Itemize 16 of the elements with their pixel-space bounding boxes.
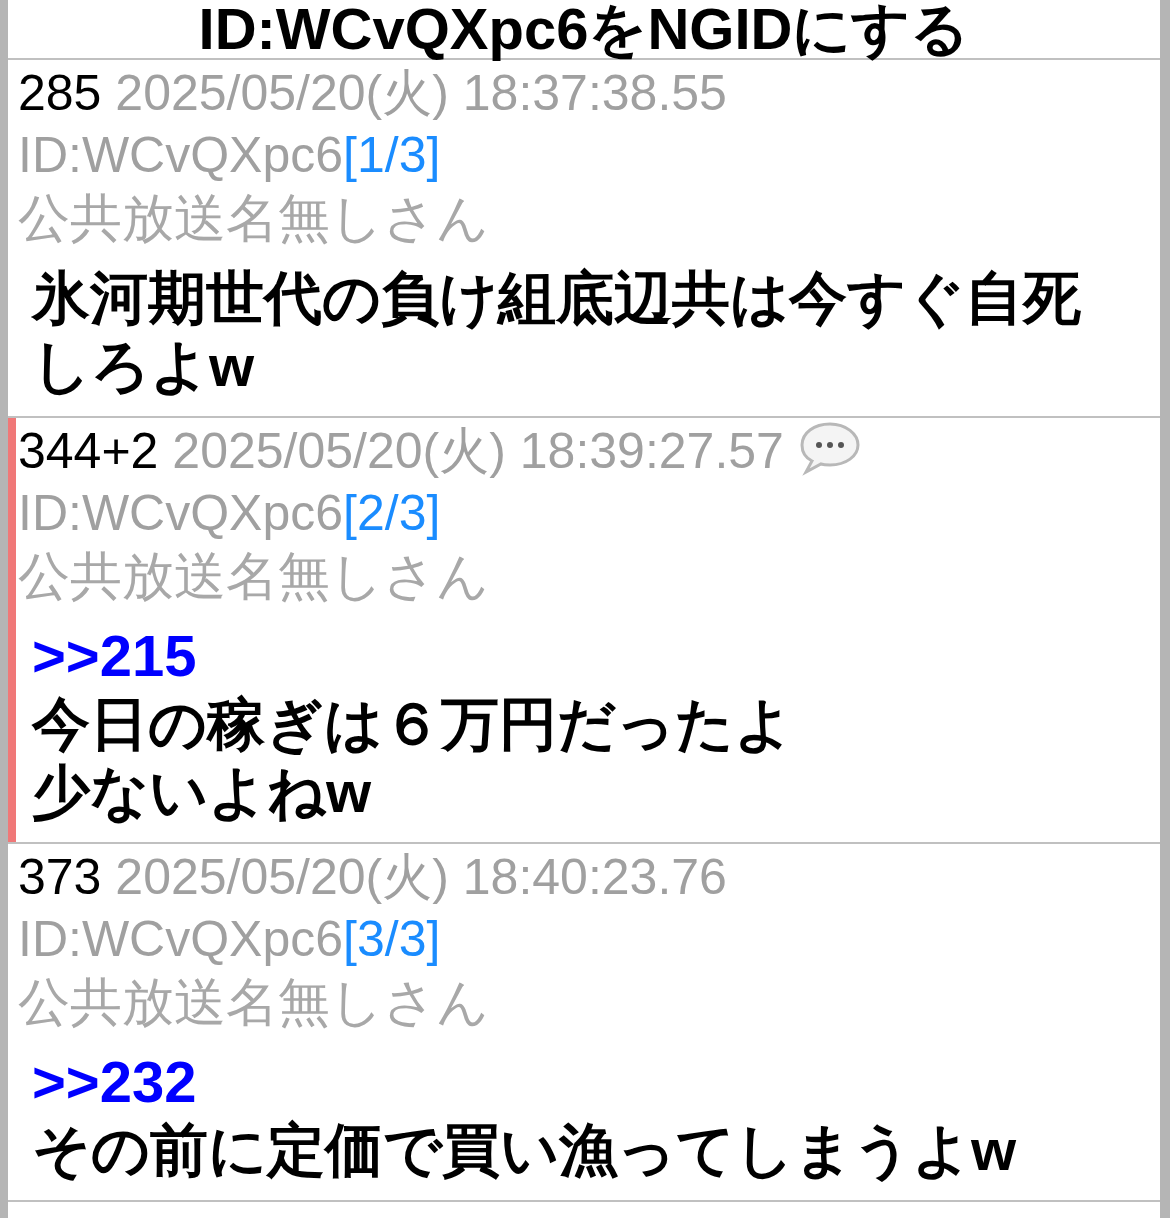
post-date: 2025/05/20(火) 18:40:23.76 <box>115 849 727 905</box>
post-body-line: 少ないよねw <box>32 758 372 826</box>
post-body-line: 今日の稼ぎは６万円だったよ <box>32 690 793 758</box>
reply-anchor-link[interactable]: >>215 <box>32 622 197 690</box>
post-body-line: 氷河期世代の負け組底辺共は今すぐ自死しろよw <box>32 264 1082 400</box>
poster-name: 公共放送名無しさん <box>18 546 489 607</box>
reply-anchor-link[interactable]: >>232 <box>32 1048 197 1116</box>
post-body-line: その前に定価で買い漁ってしまうよw <box>32 1116 1017 1184</box>
post-date: 2025/05/20(火) 18:39:27.57 <box>172 423 784 479</box>
post-number[interactable]: 373 <box>18 849 102 905</box>
post-date: 2025/05/20(火) 18:37:38.55 <box>115 65 727 121</box>
poster-name: 公共放送名無しさん <box>18 972 489 1033</box>
post-number[interactable]: 285 <box>18 65 102 121</box>
poster-name: 公共放送名無しさん <box>18 188 489 249</box>
title-bar[interactable]: ID:WCvQXpc6をNGIDにする <box>8 0 1160 60</box>
post-number[interactable]: 344+2 <box>18 423 159 479</box>
